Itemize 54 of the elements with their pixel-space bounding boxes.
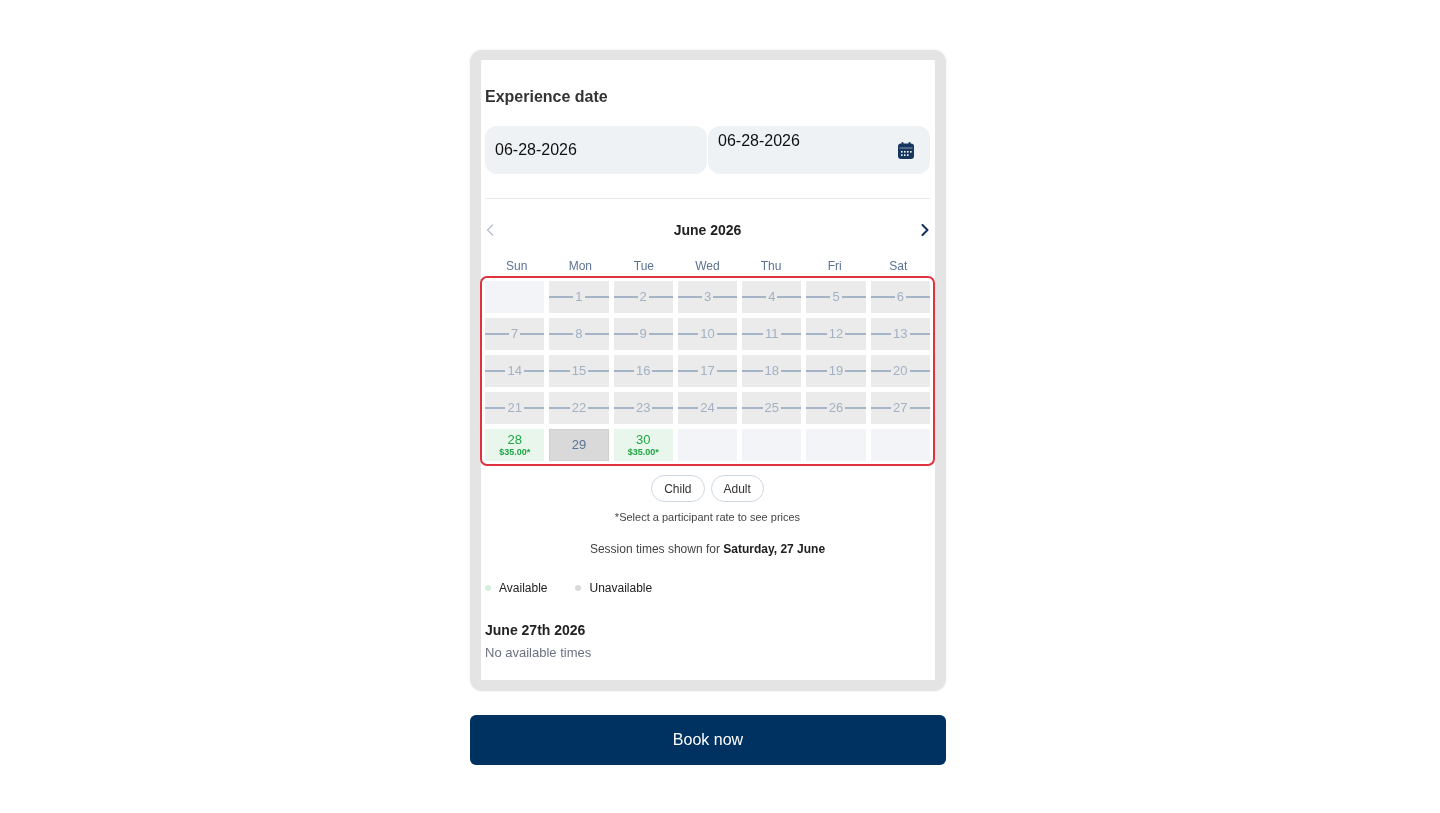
past-day-cell: 27: [870, 392, 930, 424]
blank-day-cell: [870, 429, 930, 461]
weekday-label: Wed: [694, 258, 721, 274]
chevron-left-icon: [486, 224, 494, 236]
date-field[interactable]: 06-28-2026: [485, 126, 707, 174]
past-day-cell: 16: [613, 355, 673, 387]
rate-chip[interactable]: Child: [651, 475, 705, 502]
past-day-cell: 15: [549, 355, 609, 387]
past-day-cell: 13: [870, 318, 930, 350]
past-day-cell: 3: [677, 281, 738, 313]
legend-label: Available: [499, 580, 548, 596]
weekday-label: Thu: [759, 258, 783, 274]
legend-label: Unavailable: [589, 580, 653, 596]
weekday-label: Sat: [888, 258, 909, 274]
calendar-icon[interactable]: [898, 142, 914, 159]
past-day-cell: 20: [870, 355, 930, 387]
book-now-button[interactable]: Book now: [470, 715, 946, 765]
past-day-cell: 6: [870, 281, 930, 313]
past-day-cell: 2: [613, 281, 673, 313]
past-day-cell: 11: [742, 318, 802, 350]
past-day-cell: 17: [677, 355, 738, 387]
rate-chip[interactable]: Adult: [710, 475, 764, 502]
empty-times-message: No available times: [485, 645, 593, 661]
unavailable-day-cell[interactable]: 29: [549, 429, 609, 461]
past-day-cell: 18: [742, 355, 802, 387]
past-day-cell: 10: [677, 318, 738, 350]
weekday-label: Fri: [826, 258, 843, 274]
past-day-cell: 9: [613, 318, 673, 350]
past-day-cell: 26: [806, 392, 866, 424]
past-day-cell: 8: [549, 318, 609, 350]
blank-day-cell: [485, 281, 545, 313]
chevron-right-icon: [921, 224, 929, 236]
month-title: June 2026: [673, 221, 742, 240]
weekday-label: Mon: [567, 258, 593, 274]
weekday-label: Tue: [632, 258, 656, 274]
past-day-cell: 24: [677, 392, 738, 424]
past-day-cell: 4: [742, 281, 802, 313]
weekday-label: Sun: [505, 258, 529, 274]
past-day-cell: 21: [485, 392, 545, 424]
past-day-cell: 22: [549, 392, 609, 424]
past-day-cell: 14: [485, 355, 545, 387]
past-day-cell: 5: [806, 281, 866, 313]
next-month-button[interactable]: [920, 223, 930, 237]
past-day-cell: 12: [806, 318, 866, 350]
past-day-cell: 25: [742, 392, 802, 424]
past-day-cell: 23: [613, 392, 673, 424]
past-day-cell: 7: [485, 318, 545, 350]
past-day-cell: 19: [806, 355, 866, 387]
session-note: Session times shown for Saturday, 27 June: [588, 541, 827, 557]
date-field[interactable]: 06-28-2026: [708, 126, 930, 174]
rate-hint: *Select a participant rate to see prices: [613, 510, 802, 524]
session-date-title: June 27th 2026: [485, 621, 587, 639]
past-day-cell: 1: [549, 281, 609, 313]
section-title: Experience date: [485, 87, 609, 107]
